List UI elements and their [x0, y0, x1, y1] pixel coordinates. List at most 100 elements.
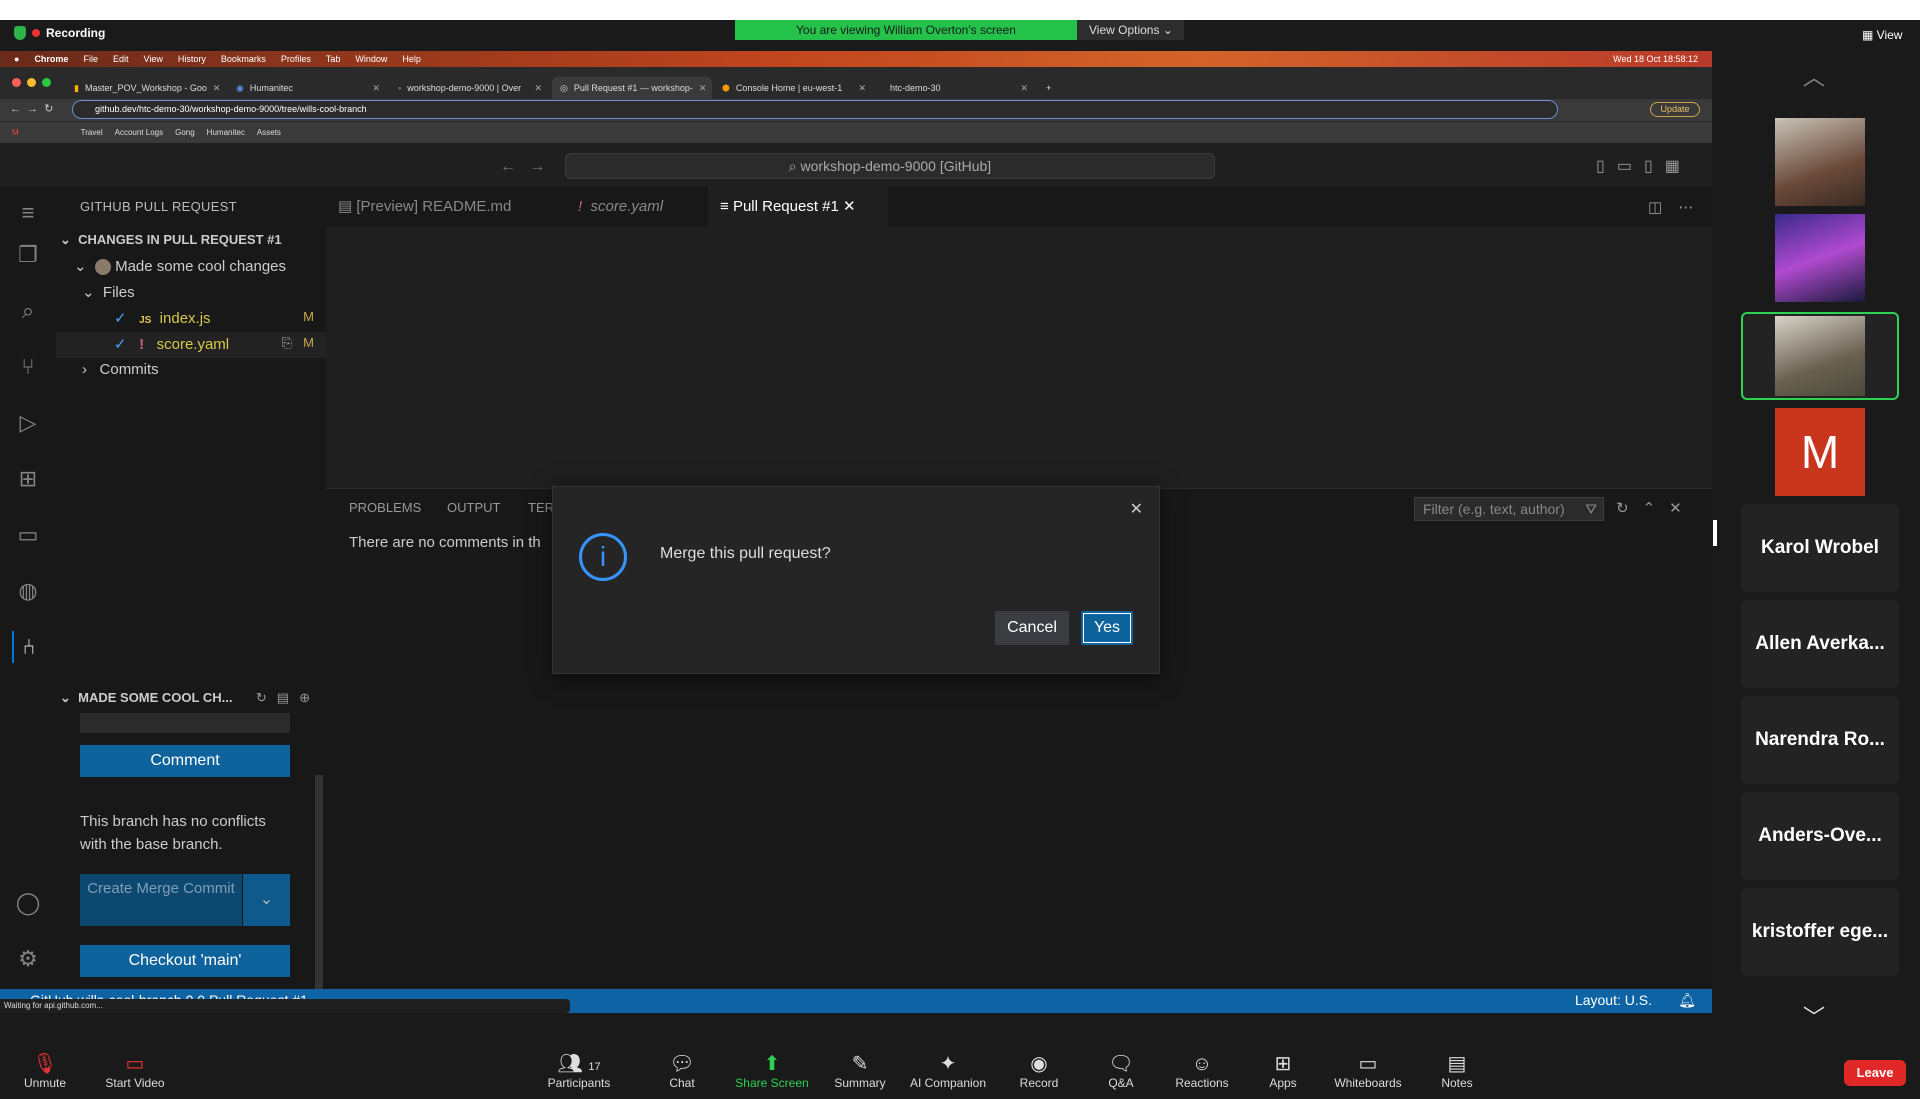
run-debug-icon[interactable]: ▷ [12, 407, 44, 439]
participant-video[interactable] [1775, 118, 1865, 206]
cancel-button[interactable]: Cancel [995, 611, 1069, 645]
ai-companion-button[interactable]: ✦ AI Companion [903, 1052, 993, 1090]
refresh-icon[interactable]: ↻ [256, 690, 277, 705]
file-item[interactable]: ✓ JS index.js M [114, 309, 314, 327]
menu-app-name[interactable]: Chrome [34, 54, 68, 64]
gmail-icon[interactable]: M [12, 128, 19, 137]
nav-forward-icon[interactable]: → [529, 158, 545, 175]
reactions-button[interactable]: ☺ Reactions [1157, 1052, 1247, 1090]
summary-button[interactable]: ✎ Summary [815, 1052, 905, 1090]
chevron-up-icon[interactable]: ⌃ [1643, 500, 1670, 517]
leave-button[interactable]: Leave [1844, 1060, 1906, 1086]
participant-tile[interactable]: Allen Averka... [1741, 600, 1899, 688]
toggle-panel-icon[interactable]: ▭ [1617, 158, 1644, 175]
comment-input[interactable] [80, 713, 290, 733]
file-item[interactable]: ✓ ! score.yaml ⎘ M [114, 335, 314, 353]
nav-back-icon[interactable]: ← [500, 158, 516, 175]
bookmark-humanitec[interactable]: Humanitec [207, 128, 245, 137]
menu-bookmarks[interactable]: Bookmarks [221, 54, 266, 64]
active-speaker-tile[interactable] [1741, 312, 1899, 400]
tab-score-yaml[interactable]: ! score.yaml [566, 187, 706, 227]
new-tab-button[interactable]: + [1038, 77, 1068, 99]
notes-button[interactable]: ▤ Notes [1412, 1052, 1502, 1090]
bookmark-gong[interactable]: Gong [175, 128, 195, 137]
comment-button[interactable]: Comment [80, 745, 290, 777]
split-editor-icon[interactable]: ◫ [1648, 199, 1678, 216]
commits-folder[interactable]: › Commits [82, 361, 159, 378]
toggle-sidebar-icon[interactable]: ▯ [1596, 158, 1617, 175]
status-layout[interactable]: Layout: U.S. [1575, 992, 1652, 1008]
close-tab-icon[interactable]: ✕ [372, 83, 380, 94]
chrome-tab[interactable]: htc-demo-30 ✕ [876, 77, 1036, 99]
participant-tile[interactable]: Narendra Ro... [1741, 696, 1899, 784]
menu-edit[interactable]: Edit [113, 54, 129, 64]
source-control-icon[interactable]: ⑂ [12, 351, 44, 383]
tab-readme-preview[interactable]: ▤ [Preview] README.md [326, 187, 556, 227]
record-button[interactable]: ◉ Record [994, 1052, 1084, 1090]
back-icon[interactable]: ← [10, 103, 21, 115]
address-bar[interactable]: github.dev/htc-demo-30/workshop-demo-900… [72, 100, 1558, 119]
sidebar-scrollbar[interactable] [315, 775, 323, 989]
chrome-tab[interactable]: ◦ workshop-demo-9000 | Over ✕ [390, 77, 550, 99]
description-icon[interactable]: ▤ [277, 690, 299, 705]
reload-icon[interactable]: ↻ [44, 103, 53, 115]
close-icon[interactable]: ✕ [843, 198, 856, 215]
minimize-window-icon[interactable] [27, 78, 36, 87]
bookmark-account-logs[interactable]: Account Logs [115, 128, 163, 137]
command-center[interactable]: ⌕ workshop-demo-9000 [GitHub] [565, 153, 1215, 179]
menu-tab[interactable]: Tab [326, 54, 341, 64]
yes-button[interactable]: Yes [1081, 611, 1133, 645]
update-button[interactable]: Update [1650, 102, 1700, 117]
tab-output[interactable]: OUTPUT [447, 500, 500, 515]
chrome-tab[interactable]: ◉ Humanitec ✕ [228, 77, 388, 99]
share-screen-button[interactable]: ⬆ Share Screen [727, 1052, 817, 1090]
close-tab-icon[interactable]: ✕ [213, 83, 221, 94]
close-dialog-icon[interactable]: ✕ [1130, 499, 1143, 519]
close-tab-icon[interactable]: ✕ [534, 83, 542, 94]
resize-handle[interactable] [1713, 520, 1717, 546]
unmute-button[interactable]: 🎙︎ Unmute [0, 1052, 90, 1090]
chrome-tab[interactable]: ⬢ Console Home | eu-west-1 ✕ [714, 77, 874, 99]
explorer-icon[interactable]: ❐ [12, 239, 44, 271]
menu-history[interactable]: History [178, 54, 206, 64]
files-folder[interactable]: ⌄ Files [82, 283, 135, 301]
participant-video[interactable] [1775, 214, 1865, 302]
close-tab-icon[interactable]: ✕ [699, 83, 707, 94]
changes-section-header[interactable]: ⌄ CHANGES IN PULL REQUEST #1 [60, 232, 282, 248]
commit-row[interactable]: ⌄ Made some cool changes [74, 257, 286, 276]
chat-button[interactable]: 💬︎ Chat [637, 1052, 727, 1090]
chrome-tab-active[interactable]: ◎ Pull Request #1 — workshop- ✕ [552, 77, 712, 99]
create-merge-commit-button[interactable]: Create Merge Commit [80, 874, 242, 926]
participants-button[interactable]: 👥︎ 17 Participants [534, 1052, 624, 1090]
chrome-tab[interactable]: ▮ Master_POV_Workshop - Goo ✕ [66, 77, 226, 99]
search-icon[interactable]: ⌕ [12, 295, 44, 327]
menu-help[interactable]: Help [402, 54, 421, 64]
close-tab-icon[interactable]: ✕ [1020, 83, 1028, 94]
menu-profiles[interactable]: Profiles [281, 54, 311, 64]
view-button[interactable]: ▦ View [1862, 28, 1902, 42]
maximize-window-icon[interactable] [42, 78, 51, 87]
tab-problems[interactable]: PROBLEMS [349, 500, 421, 515]
participant-tile[interactable]: kristoffer ege... [1741, 888, 1899, 976]
menu-window[interactable]: Window [355, 54, 387, 64]
apple-icon[interactable]: ● [14, 54, 19, 64]
view-options-button[interactable]: View Options ⌄ [1077, 20, 1184, 40]
scroll-up-icon[interactable]: ︿ [1803, 60, 1825, 92]
remote-explorer-icon[interactable]: ▭ [12, 519, 44, 551]
start-video-button[interactable]: ▭ Start Video [90, 1052, 180, 1090]
bookmark-travel[interactable]: Travel [81, 128, 103, 137]
open-file-icon[interactable]: ⎘ [282, 335, 292, 351]
close-tab-icon[interactable]: ✕ [858, 83, 866, 94]
scroll-down-icon[interactable]: ﹀ [1803, 1000, 1825, 1032]
filter-icon[interactable]: ⛛ [1585, 498, 1597, 520]
customize-layout-icon[interactable]: ▦ [1665, 158, 1692, 175]
whiteboards-button[interactable]: ▭ Whiteboards [1323, 1052, 1413, 1090]
apps-button[interactable]: ⊞ Apps [1238, 1052, 1328, 1090]
close-window-icon[interactable] [12, 78, 21, 87]
participant-tile[interactable]: Karol Wrobel [1741, 504, 1899, 592]
bookmark-assets[interactable]: Assets [257, 128, 281, 137]
refresh-icon[interactable]: ↻ [1616, 500, 1643, 517]
globe-icon[interactable]: ⊕ [299, 690, 320, 705]
filter-input[interactable]: Filter (e.g. text, author) ⛛ [1414, 497, 1604, 521]
menu-view[interactable]: View [143, 54, 162, 64]
